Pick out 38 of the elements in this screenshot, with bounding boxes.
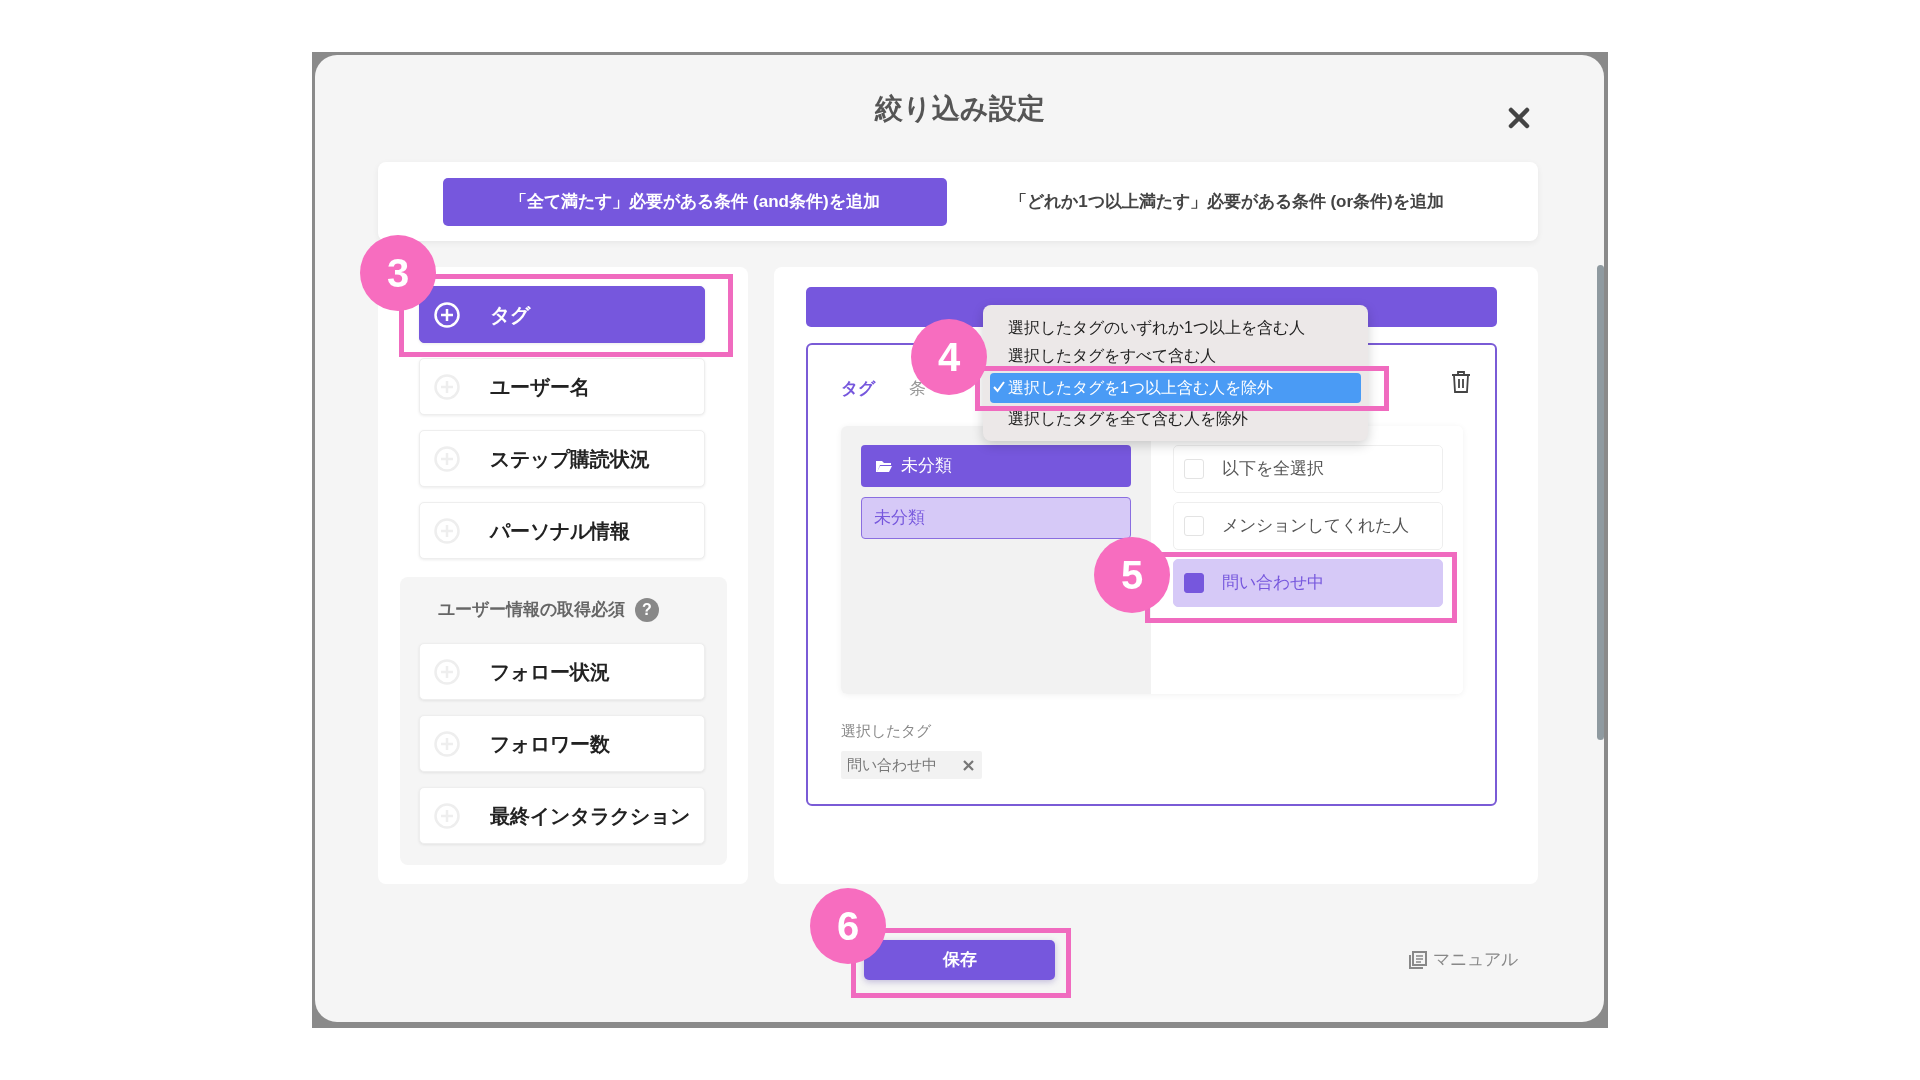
- delete-button[interactable]: [1451, 369, 1471, 394]
- modal-title: 絞り込み設定: [874, 93, 1045, 124]
- close-icon: [1508, 106, 1530, 129]
- close-icon: [963, 760, 974, 772]
- field-label: タグ: [841, 377, 875, 400]
- condition-type-item[interactable]: 最終インタラクション: [419, 787, 705, 844]
- menu-option[interactable]: 選択したタグをすべて含む人: [1002, 342, 1361, 370]
- tag-label: メンションしてくれた人: [1222, 515, 1409, 538]
- tag-option[interactable]: 以下を全選択: [1173, 445, 1443, 493]
- save-button[interactable]: 保存: [864, 940, 1055, 980]
- condition-type-item[interactable]: ユーザー名: [419, 358, 705, 415]
- menu-option[interactable]: 選択したタグのいずれか1つ以上を含む人: [1002, 314, 1361, 342]
- condition-type-item[interactable]: フォロワー数: [419, 715, 705, 772]
- callout-badge: 3: [360, 235, 436, 311]
- tag-label: 以下を全選択: [1222, 458, 1324, 481]
- scrollbar[interactable]: [1597, 265, 1604, 740]
- condition-type-item[interactable]: タグ: [419, 286, 705, 343]
- condition-type-item[interactable]: フォロー状況: [419, 643, 705, 700]
- plus-circle-icon: [434, 301, 460, 328]
- checkbox[interactable]: [1184, 573, 1204, 593]
- condition-mode-tab[interactable]: 「全て満たす」必要がある条件 (and条件)を追加: [443, 177, 947, 226]
- condition-type-item[interactable]: ステップ購読状況: [419, 430, 705, 487]
- callout-badge: 6: [810, 888, 886, 964]
- document-icon: [1409, 951, 1427, 969]
- tag-label: 問い合わせ中: [847, 754, 937, 775]
- check-icon: [993, 381, 1005, 393]
- trash-icon: [1451, 369, 1471, 394]
- tag-label: 問い合わせ中: [1222, 572, 1324, 595]
- field-label: 条: [909, 377, 926, 400]
- section-heading: ユーザー情報の取得必須: [438, 599, 625, 622]
- folder-icon: [875, 459, 893, 473]
- tag-option[interactable]: メンションしてくれた人: [1173, 502, 1443, 550]
- folder-button[interactable]: 未分類: [861, 445, 1131, 487]
- condition-mode-tab[interactable]: 「どれか1つ以上満たす」必要がある条件 (or条件)を追加: [947, 177, 1507, 226]
- section-label: 選択したタグ: [841, 721, 932, 741]
- help-badge[interactable]: ?: [635, 598, 659, 622]
- menu-option[interactable]: 選択したタグを全て含む人を除外: [1002, 405, 1361, 433]
- condition-type-item[interactable]: パーソナル情報: [419, 502, 705, 559]
